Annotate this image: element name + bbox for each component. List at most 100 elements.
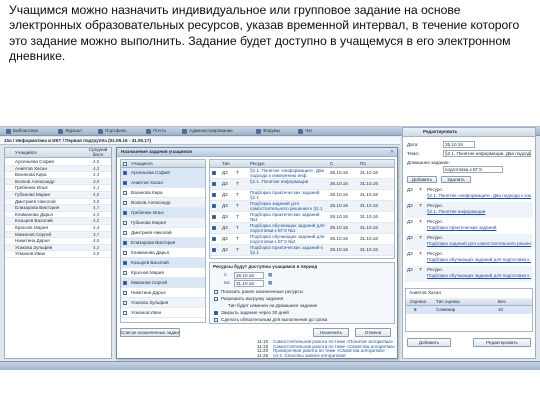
list-item[interactable]: Козырев Василий [121, 258, 205, 269]
table-row[interactable]: Дмитриев Николай 3,8 [5, 199, 111, 206]
toolbar-mail[interactable]: Почта [146, 128, 166, 135]
resource-link[interactable]: §2.1. Понятие «информация». Два подхода … [427, 193, 531, 199]
toolbar-portfolio[interactable]: Портфель [98, 128, 127, 135]
list-item[interactable]: Вагинова Кира [121, 188, 205, 199]
assign-button[interactable]: Назначить [313, 328, 349, 337]
resource-link[interactable]: Подборка обучающих заданий для подготовк… [427, 273, 531, 279]
table-row[interactable]: Козырев Василий 4,0 [5, 218, 111, 225]
table-row[interactable]: Д3 Т §2.1. Понятие информации 26.10.16 31.10… [210, 179, 394, 190]
resource-item[interactable]: Д3 Т Ресурс: §2.1. Понятие «информация». Дв… [405, 186, 533, 202]
table-row[interactable]: Д3 Т Подборка обучающих заданий для подгот… [210, 223, 394, 234]
student-checkbox[interactable] [123, 260, 127, 265]
resource-item[interactable]: Д3 Т Ресурс: Подборка заданий для самостоят… [405, 234, 533, 250]
footer-add-button[interactable]: Добавить [407, 338, 451, 347]
lesson-topic-input[interactable]: §2.1. Понятие информации. Два подхода [443, 150, 531, 157]
option-item[interactable]: Закрыть задание через 30 дней [210, 310, 394, 317]
list-item[interactable]: Усакова Зульфия [121, 298, 205, 309]
student-checkbox[interactable] [123, 220, 127, 225]
list-item[interactable]: Губанова Мария [121, 218, 205, 229]
table-row[interactable]: Д3 Т §2.1. Понятие «информация». Два подхо… [210, 168, 394, 179]
option-item[interactable]: Тип будет изменен на Домашнее задание [210, 303, 394, 310]
student-checkbox[interactable] [123, 170, 127, 175]
resource-link[interactable]: Подборка обучающих заданий для подготовк… [427, 257, 531, 263]
table-row[interactable]: Д3 Т Подборка заданий для самостоятельного… [210, 201, 394, 212]
table-row[interactable]: Усманов Иван 3,9 [5, 251, 111, 258]
list-item[interactable]: Краснов Мария [121, 268, 205, 279]
date-from-input[interactable]: 26.10.16 [234, 272, 264, 279]
student-checkbox[interactable] [123, 290, 127, 295]
option-item[interactable]: Сделать обязательным для выполнения до с… [210, 317, 394, 324]
list-item[interactable]: Усманов Иван [121, 308, 205, 319]
option-checkbox[interactable] [214, 297, 218, 301]
table-row[interactable]: Волков Александр 3,9 [5, 178, 111, 186]
resource-item[interactable]: Д3 Т Ресурс: Подборка практических заданий [405, 218, 533, 234]
table-row[interactable]: Елизарова Виктория 4,7 [5, 205, 111, 212]
student-checkbox[interactable] [123, 180, 127, 185]
resource-checkbox[interactable] [212, 248, 216, 252]
list-item[interactable]: Никитина Дарья [121, 288, 205, 299]
table-row[interactable]: Д3 Т Подборка обучающих заданий для подгот… [210, 234, 394, 245]
toolbar-admin[interactable]: Администрирование [182, 128, 233, 135]
option-item[interactable]: Разрешить выгрузку задания [210, 296, 394, 303]
list-item[interactable]: Аниятов Хасан [121, 178, 205, 189]
option-checkbox[interactable] [214, 318, 218, 322]
homework-input[interactable]: подготовка к ЕГЭ [443, 166, 503, 173]
table-row[interactable]: Аниятов Хасан 4,2 [5, 165, 111, 173]
select-all-checkbox[interactable] [123, 161, 127, 166]
list-item[interactable]: Климанова Дарья [121, 248, 205, 259]
assigned-tasks-button[interactable]: Список назначенных заданий [120, 328, 180, 337]
toolbar-journal[interactable]: Журнал [58, 128, 82, 135]
list-item[interactable]: Дмитриев Николай [121, 228, 205, 239]
student-checkbox[interactable] [123, 300, 127, 305]
list-item[interactable]: Арсеньева София [121, 168, 205, 179]
option-checkbox[interactable] [214, 311, 218, 315]
resource-checkbox[interactable] [212, 226, 216, 230]
show-earlier-checkbox[interactable] [214, 290, 218, 294]
close-icon[interactable]: ✕ [390, 149, 394, 155]
toolbar-library[interactable]: Библиотека [6, 128, 38, 135]
table-row[interactable]: Губанова Мария 4,6 [5, 192, 111, 199]
table-row[interactable]: Д3 Т Подборка практических заданий к §2.1 2… [210, 245, 394, 256]
resource-link[interactable]: §2.1. Понятие информации [427, 209, 531, 215]
list-item[interactable]: Елизарова Виктория [121, 238, 205, 249]
date-to-input[interactable]: 31.10.16 [234, 280, 264, 287]
resource-checkbox[interactable] [212, 237, 216, 241]
student-checkbox[interactable] [123, 240, 127, 245]
toolbar-chat[interactable]: Чат [298, 128, 313, 135]
delete-resource-button[interactable]: Удалить [441, 176, 471, 183]
table-row[interactable]: Никитина Дарья 4,5 [5, 238, 111, 245]
table-row[interactable]: Д3 Т Подборка практических заданий §2.1 26.… [210, 190, 394, 201]
table-row[interactable]: Гребенюк Илья 4,1 [5, 185, 111, 192]
student-checkbox[interactable] [123, 310, 127, 315]
student-checkbox[interactable] [123, 210, 127, 215]
grade-row[interactable]: 5 Семинар 10 [406, 306, 532, 314]
student-checkbox[interactable] [123, 230, 127, 235]
table-row[interactable]: Д3 Т Подборка практических заданий №1 26.10… [210, 212, 394, 223]
resource-item[interactable]: Д3 Т Ресурс: §2.1. Понятие информации [405, 202, 533, 218]
lesson-item[interactable]: 11:25 §4.2. Способы записи алгоритмов [257, 354, 395, 358]
student-checkbox[interactable] [123, 280, 127, 285]
table-row[interactable]: Арсеньева София 4,5 [5, 159, 111, 166]
student-checkbox[interactable] [123, 200, 127, 205]
toolbar-forums[interactable]: Форумы [256, 128, 280, 135]
footer-edit-button[interactable]: Редактировать [473, 338, 531, 347]
table-row[interactable]: Климанова Дарья 4,3 [5, 212, 111, 219]
lesson-date-input[interactable]: 26.10.16 [443, 141, 475, 148]
calendar-icon[interactable]: ▦ [268, 280, 272, 286]
resource-checkbox[interactable] [212, 193, 216, 197]
cancel-button[interactable]: Отмена [355, 328, 391, 337]
student-checkbox[interactable] [123, 250, 127, 255]
table-row[interactable]: Усакова Зульфия 4,2 [5, 244, 111, 252]
calendar-icon[interactable]: ▦ [268, 272, 272, 278]
resource-item[interactable]: Д3 Т Ресурс: Подборка обучающих заданий для… [405, 266, 533, 282]
resource-checkbox[interactable] [212, 171, 216, 175]
resource-link[interactable]: Подборка заданий для самостоятельного ре… [427, 241, 531, 247]
resource-checkbox[interactable] [212, 182, 216, 186]
resource-checkbox[interactable] [212, 215, 216, 219]
table-row[interactable]: Краснов Мария 4,4 [5, 225, 111, 232]
add-resource-button[interactable]: Добавить [407, 176, 437, 183]
list-item[interactable]: Мамонов Сергей [121, 278, 205, 289]
resource-checkbox[interactable] [212, 204, 216, 208]
resource-item[interactable]: Д3 Т Ресурс: Подборка обучающих заданий для… [405, 250, 533, 266]
table-row[interactable]: Вагинова Кира 4,4 [5, 172, 111, 179]
